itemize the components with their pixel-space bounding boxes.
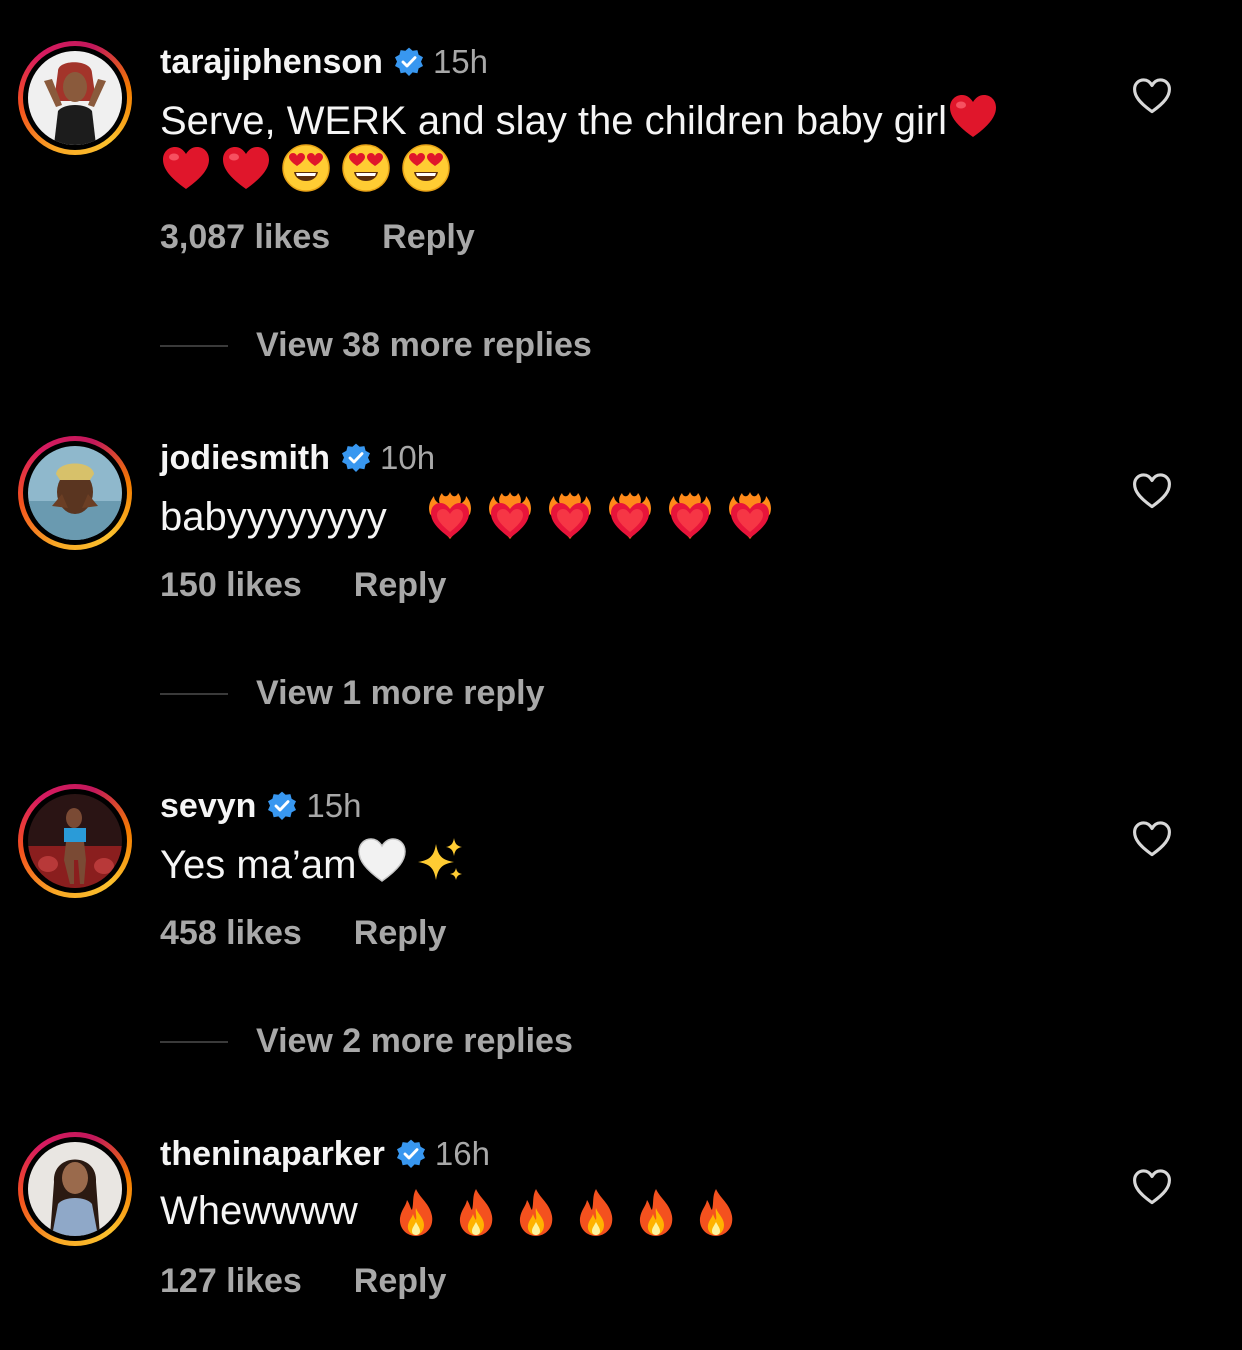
comment-header: theninaparker 16h <box>160 1132 490 1176</box>
view-replies-label: View 2 more replies <box>256 1022 573 1060</box>
red-heart-emoji-icon <box>947 90 999 142</box>
comment-header: jodiesmith 10h <box>160 436 435 480</box>
view-replies-button[interactable]: View 2 more replies <box>160 1022 573 1061</box>
heart-on-fire-emoji-icon <box>664 490 716 542</box>
comment-meta: 3,087 likes Reply <box>160 218 475 257</box>
heart-on-fire-emoji-icon <box>424 490 476 542</box>
avatar[interactable] <box>18 784 132 898</box>
reply-button[interactable]: Reply <box>354 914 447 953</box>
fire-emoji-icon <box>690 1186 742 1238</box>
verified-badge-icon <box>340 442 372 474</box>
verified-badge-icon <box>393 46 425 78</box>
likes-count[interactable]: 150 likes <box>160 566 302 605</box>
heart-on-fire-emoji-icon <box>484 490 536 542</box>
heart-outline-icon[interactable] <box>1130 469 1174 513</box>
white-heart-emoji-icon <box>356 834 408 886</box>
verified-badge-icon <box>395 1138 427 1170</box>
username[interactable]: jodiesmith <box>160 439 330 478</box>
comment-emoji-line <box>424 490 784 542</box>
likes-count[interactable]: 458 likes <box>160 914 302 953</box>
likes-count[interactable]: 3,087 likes <box>160 218 330 257</box>
heart-on-fire-emoji-icon <box>604 490 656 542</box>
comment-text: Serve, WERK and slay the children baby g… <box>160 99 948 143</box>
username[interactable]: theninaparker <box>160 1135 385 1174</box>
comment-text-line: Yes ma’am <box>160 834 466 894</box>
view-replies-button[interactable]: View 38 more replies <box>160 326 592 365</box>
heart-outline-icon[interactable] <box>1130 1165 1174 1209</box>
heart-eyes-emoji-icon <box>400 142 452 194</box>
username[interactable]: tarajiphenson <box>160 43 383 82</box>
fire-emoji-icon <box>510 1186 562 1238</box>
red-heart-emoji-icon <box>160 142 212 194</box>
comment-text: Yes ma’am <box>160 843 357 887</box>
comment-text: babyyyyyyyy <box>160 495 387 539</box>
view-replies-label: View 38 more replies <box>256 326 592 364</box>
comment-text-line: babyyyyyyyy <box>160 488 387 546</box>
comment-emoji-line <box>160 142 460 194</box>
comment-emoji-line <box>390 1186 750 1238</box>
comment-meta: 150 likes Reply <box>160 566 446 605</box>
comment-text-line: Whewwww <box>160 1182 358 1240</box>
timestamp: 10h <box>380 439 436 476</box>
heart-eyes-emoji-icon <box>340 142 392 194</box>
heart-outline-icon[interactable] <box>1130 74 1174 118</box>
comment-meta: 458 likes Reply <box>160 914 446 953</box>
divider <box>160 1040 228 1043</box>
avatar[interactable] <box>18 436 132 550</box>
heart-on-fire-emoji-icon <box>724 490 776 542</box>
comment-text-line: Serve, WERK and slay the children baby g… <box>160 90 999 150</box>
avatar[interactable] <box>18 41 132 155</box>
comment-text: Whewwww <box>160 1189 358 1233</box>
divider <box>160 692 228 695</box>
verified-badge-icon <box>266 790 298 822</box>
timestamp: 16h <box>434 1135 490 1172</box>
reply-button[interactable]: Reply <box>354 566 447 605</box>
fire-emoji-icon <box>450 1186 502 1238</box>
avatar[interactable] <box>18 1132 132 1246</box>
fire-emoji-icon <box>570 1186 622 1238</box>
sparkles-emoji-icon <box>414 834 466 886</box>
username[interactable]: sevyn <box>160 787 256 826</box>
comment-header: sevyn 15h <box>160 784 361 828</box>
red-heart-emoji-icon <box>220 142 272 194</box>
likes-count[interactable]: 127 likes <box>160 1262 302 1301</box>
comment-meta: 127 likes Reply <box>160 1262 446 1301</box>
reply-button[interactable]: Reply <box>354 1262 447 1301</box>
heart-outline-icon[interactable] <box>1130 817 1174 861</box>
view-replies-label: View 1 more reply <box>256 674 545 712</box>
divider <box>160 344 228 347</box>
comment-header: tarajiphenson 15h <box>160 40 488 84</box>
view-replies-button[interactable]: View 1 more reply <box>160 674 545 713</box>
timestamp: 15h <box>306 787 362 824</box>
fire-emoji-icon <box>630 1186 682 1238</box>
reply-button[interactable]: Reply <box>382 218 475 257</box>
heart-on-fire-emoji-icon <box>544 490 596 542</box>
fire-emoji-icon <box>390 1186 442 1238</box>
timestamp: 15h <box>432 43 488 80</box>
heart-eyes-emoji-icon <box>280 142 332 194</box>
